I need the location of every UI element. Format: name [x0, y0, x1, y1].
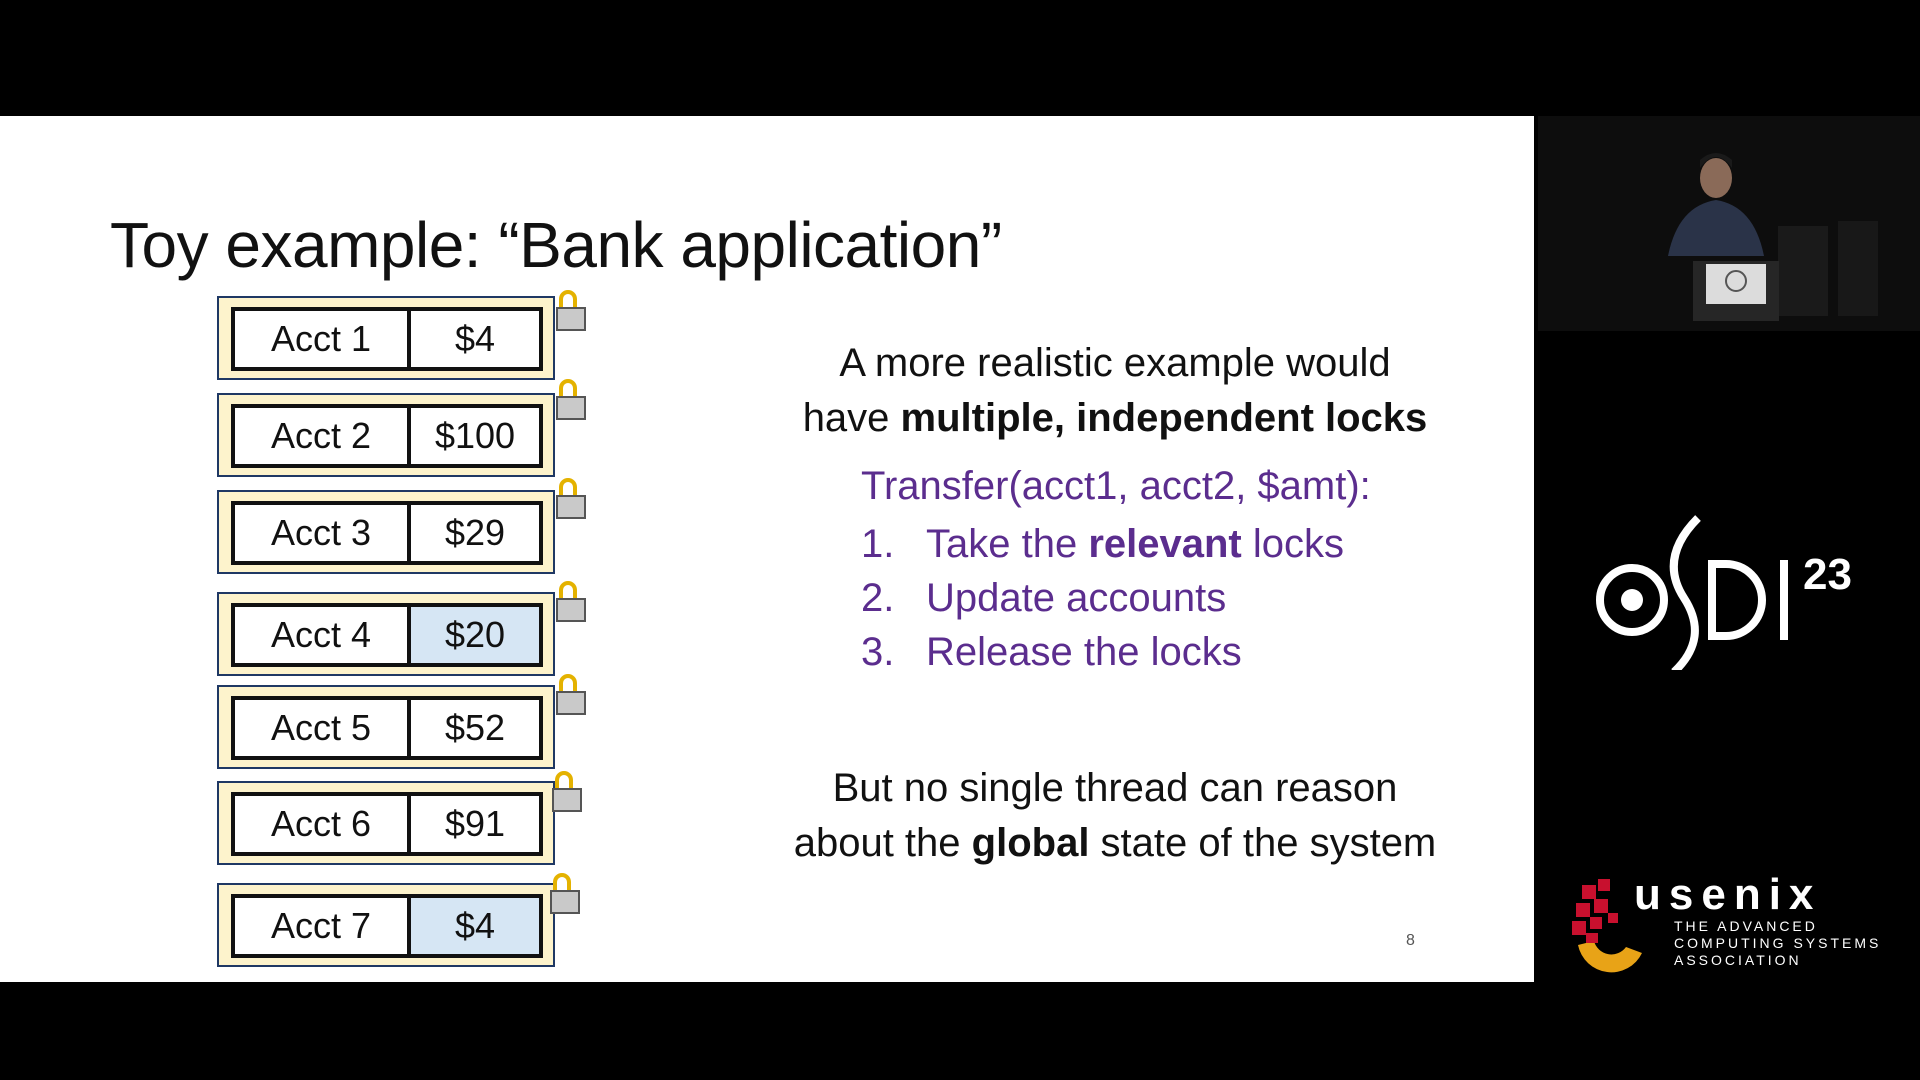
account-value: $91	[444, 803, 506, 844]
paragraph-line: have multiple, independent locks	[770, 391, 1460, 446]
account-row: Acct 4 $20	[217, 592, 555, 676]
tagline-line: COMPUTING SYSTEMS	[1674, 935, 1882, 951]
step-text: Take the	[926, 522, 1089, 566]
slide: Toy example: “Bank application” Acct 1 $…	[0, 116, 1534, 982]
list-item: 3. Release the locks	[861, 625, 1344, 679]
paragraph-locks: A more realistic example would have mult…	[770, 336, 1460, 446]
account-table: Acct 2 $100	[231, 404, 543, 468]
bold-text: global	[971, 821, 1090, 865]
step-number: 1.	[861, 522, 895, 566]
step-text: Release the locks	[926, 630, 1242, 674]
account-table: Acct 1 $4	[231, 307, 543, 371]
account-table: Acct 5 $52	[231, 696, 543, 760]
padlock-icon	[555, 579, 587, 625]
usenix-tagline: THE ADVANCED COMPUTING SYSTEMS ASSOCIATI…	[1674, 918, 1881, 969]
text-span: about the	[793, 821, 972, 865]
account-value: $100	[434, 415, 516, 456]
slide-title: Toy example: “Bank application”	[110, 209, 1002, 281]
account-value-highlighted: $20	[411, 607, 539, 663]
padlock-icon	[549, 871, 581, 917]
speaker-video	[1538, 116, 1920, 331]
account-row: Acct 5 $52	[217, 685, 555, 769]
account-table: Acct 6 $91	[231, 792, 543, 856]
padlock-icon	[551, 769, 583, 815]
tagline-line: THE ADVANCED	[1674, 918, 1818, 934]
transfer-signature: Transfer(acct1, acct2, $amt):	[861, 464, 1371, 508]
list-item: 1. Take the relevant locks	[861, 517, 1344, 571]
list-item: 2. Update accounts	[861, 571, 1344, 625]
paragraph-line: about the global state of the system	[770, 816, 1460, 871]
text-span: have	[802, 396, 901, 440]
account-row: Acct 3 $29	[217, 490, 555, 574]
account-row: Acct 2 $100	[217, 393, 555, 477]
bold-text: multiple, independent locks	[900, 396, 1428, 440]
account-name: Acct 7	[235, 898, 411, 954]
account-name: Acct 4	[235, 607, 411, 663]
account-row: Acct 7 $4	[217, 883, 555, 967]
page-number: 8	[1406, 932, 1415, 949]
account-table: Acct 3 $29	[231, 501, 543, 565]
account-value: $52	[444, 707, 506, 748]
account-row: Acct 6 $91	[217, 781, 555, 865]
account-value: $4	[454, 318, 496, 359]
padlock-icon	[555, 288, 587, 334]
step-text: Update accounts	[926, 576, 1227, 620]
paragraph-line: But no single thread can reason	[832, 766, 1398, 810]
paragraph-line: A more realistic example would	[839, 341, 1391, 385]
account-name: Acct 2	[235, 408, 411, 464]
tagline-line: ASSOCIATION	[1674, 952, 1802, 968]
account-name: Acct 3	[235, 505, 411, 561]
account-name: Acct 1	[235, 311, 411, 367]
padlock-icon	[555, 672, 587, 718]
osdi-year: 23	[1803, 550, 1852, 599]
account-value: $29	[444, 512, 506, 553]
paragraph-global: But no single thread can reason about th…	[770, 761, 1460, 871]
step-text: locks	[1241, 522, 1344, 566]
account-table: Acct 7 $4	[231, 894, 543, 958]
usenix-wordmark: usenix	[1634, 870, 1822, 919]
padlock-icon	[555, 476, 587, 522]
text-span: state of the system	[1089, 821, 1437, 865]
step-number: 3.	[861, 630, 895, 674]
transfer-steps-list: 1. Take the relevant locks 2. Update accou…	[861, 517, 1344, 679]
account-row: Acct 1 $4	[217, 296, 555, 380]
account-table: Acct 4 $20	[231, 603, 543, 667]
padlock-icon	[555, 377, 587, 423]
account-name: Acct 5	[235, 700, 411, 756]
account-name: Acct 6	[235, 796, 411, 852]
step-number: 2.	[861, 576, 895, 620]
account-value-highlighted: $4	[411, 898, 539, 954]
step-bold: relevant	[1088, 522, 1242, 566]
